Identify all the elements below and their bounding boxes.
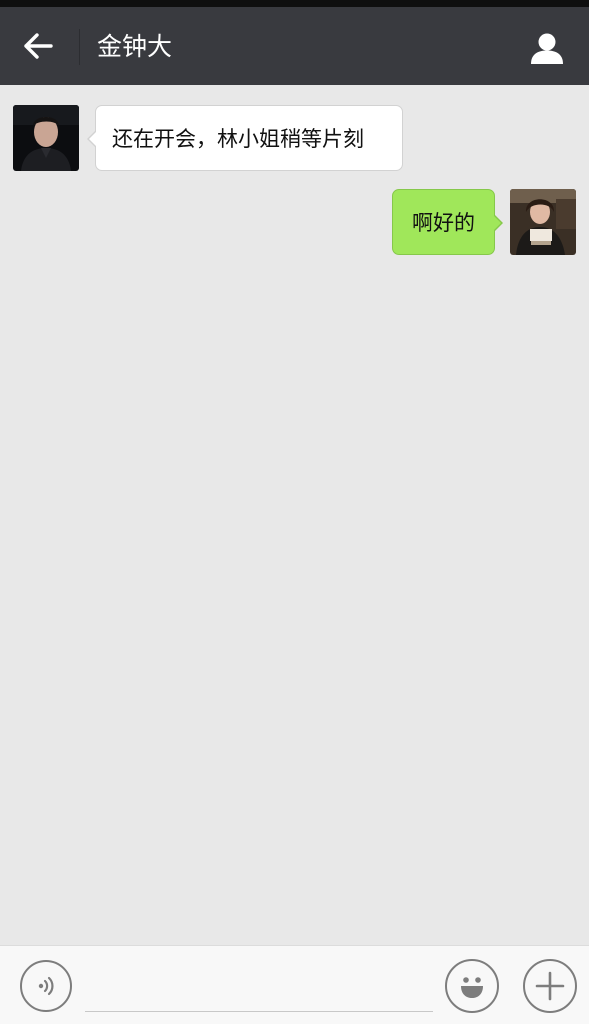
profile-button[interactable] bbox=[524, 25, 570, 71]
chat-title: 金钟大 bbox=[97, 32, 173, 61]
message-list[interactable]: 还在开会，林小姐稍等片刻 啊好的 bbox=[0, 85, 589, 945]
user-icon bbox=[531, 33, 563, 64]
plus-icon bbox=[535, 971, 565, 1001]
voice-button[interactable] bbox=[20, 960, 72, 1012]
input-bar bbox=[0, 945, 589, 1024]
smiley-icon bbox=[461, 977, 483, 998]
my-avatar[interactable] bbox=[510, 189, 576, 255]
back-button[interactable] bbox=[14, 25, 62, 67]
message-input[interactable] bbox=[85, 970, 433, 1012]
status-bar bbox=[0, 0, 589, 7]
arrow-left-icon bbox=[24, 33, 53, 59]
contact-avatar[interactable] bbox=[13, 105, 79, 171]
outgoing-message-bubble[interactable]: 啊好的 bbox=[392, 189, 503, 255]
title-bar: 金钟大 bbox=[0, 7, 589, 85]
emoji-button[interactable] bbox=[445, 959, 499, 1013]
more-button[interactable] bbox=[523, 959, 577, 1013]
title-divider bbox=[79, 29, 80, 65]
incoming-message-bubble[interactable]: 还在开会，林小姐稍等片刻 bbox=[87, 105, 403, 171]
voice-icon bbox=[38, 976, 54, 996]
